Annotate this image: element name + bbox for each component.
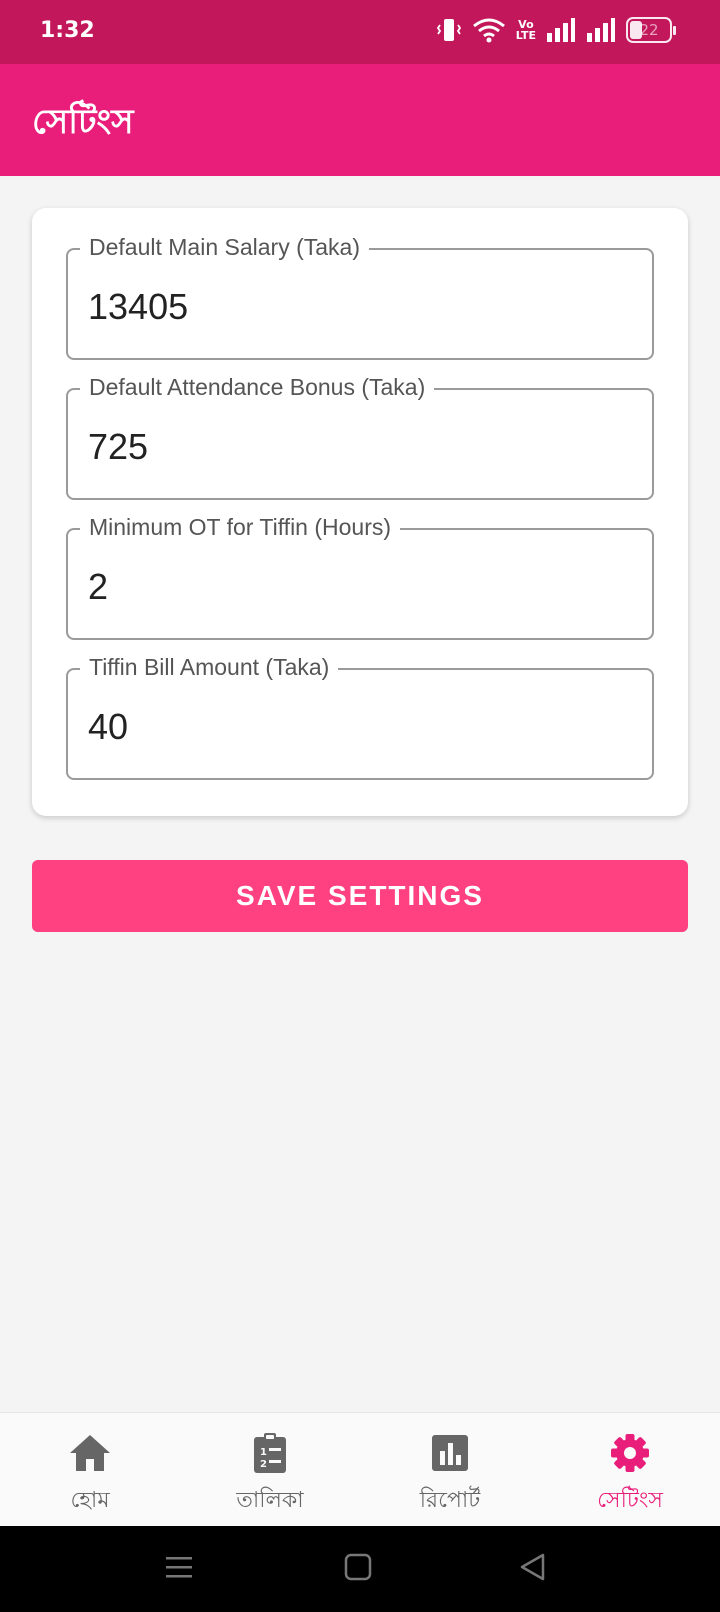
nav-item-settings[interactable]: সেটিংস [540,1413,720,1527]
default-attendance-bonus-input[interactable] [88,426,628,468]
minimum-ot-tiffin-label: Minimum OT for Tiffin (Hours) [80,514,401,541]
default-attendance-bonus-label: Default Attendance Bonus (Taka) [80,374,435,401]
bottom-nav: হোম 1 2 তালিকা রিপোর্ট সেটিংস [0,1412,720,1526]
nav-item-report[interactable]: রিপোর্ট [360,1413,540,1527]
default-main-salary-label: Default Main Salary (Taka) [80,234,369,261]
app-bar: সেটিংস [0,64,720,176]
battery-level: 22 [639,21,659,39]
nav-label-list: তালিকা [236,1488,304,1513]
minimum-ot-tiffin-input[interactable] [88,566,628,608]
wifi-icon [472,18,505,43]
save-settings-button[interactable]: SAVE SETTINGS [32,860,688,932]
page-title: সেটিংস [32,102,134,142]
tiffin-bill-amount-field[interactable]: Tiffin Bill Amount (Taka) [66,654,654,780]
back-icon[interactable] [518,1552,548,1582]
default-main-salary-field[interactable]: Default Main Salary (Taka) [66,234,654,360]
tiffin-bill-amount-input[interactable] [88,706,628,748]
vibrate-icon [436,19,461,41]
nav-label-report: রিপোর্ট [419,1488,481,1513]
clipboard-list-icon: 1 2 [254,1433,286,1473]
home-icon [70,1435,110,1471]
nav-item-home[interactable]: হোম [0,1413,180,1527]
tiffin-bill-amount-label: Tiffin Bill Amount (Taka) [80,654,339,681]
volte-icon: Vo LTE [515,18,536,42]
nav-label-settings: সেটিংস [597,1488,663,1513]
recent-apps-icon[interactable] [164,1552,194,1582]
status-icons: Vo LTE 22 [436,16,676,44]
default-attendance-bonus-field[interactable]: Default Attendance Bonus (Taka) [66,374,654,500]
minimum-ot-tiffin-field[interactable]: Minimum OT for Tiffin (Hours) [66,514,654,640]
bar-chart-icon [432,1435,468,1471]
nav-item-list[interactable]: 1 2 তালিকা [180,1413,360,1527]
home-button-icon[interactable] [343,1552,373,1582]
status-time: 1:32 [40,18,95,43]
svg-text:2: 2 [260,1459,267,1470]
gear-icon [611,1434,649,1472]
signal-icon [547,18,575,42]
settings-card: Default Main Salary (Taka) Default Atten… [32,208,688,816]
nav-label-home: হোম [70,1488,110,1513]
system-nav-bar [0,1526,720,1612]
default-main-salary-input[interactable] [88,286,628,328]
battery-icon: 22 [626,17,676,43]
status-bar: 1:32 Vo LTE 22 [0,0,720,64]
svg-text:1: 1 [260,1447,267,1458]
signal-icon [587,18,615,42]
